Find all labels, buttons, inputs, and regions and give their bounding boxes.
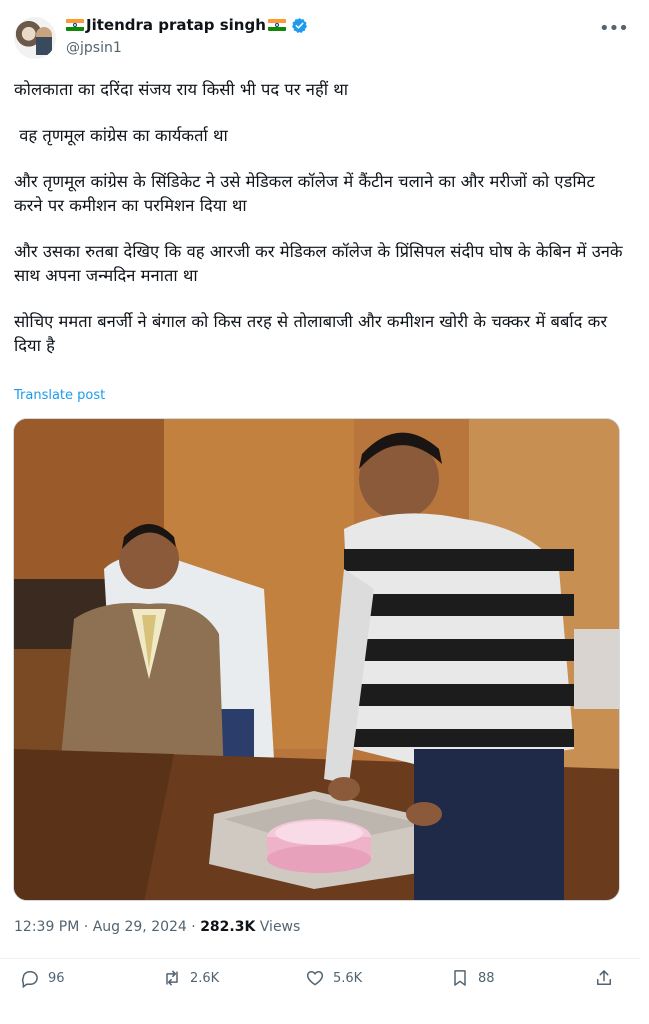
post-paragraph: कोलकाता का दरिंदा संजय राय किसी भी पद पर… — [14, 80, 349, 99]
india-flag-icon — [267, 19, 286, 31]
post-paragraph: सोचिए ममता बनर्जी ने बंगाल को किस तरह से… — [14, 312, 608, 355]
translate-post-link[interactable]: Translate post — [14, 388, 105, 403]
bookmark-count: 88 — [478, 970, 495, 986]
bookmark-icon — [454, 970, 466, 986]
share-icon — [597, 970, 611, 985]
more-options-button[interactable]: ••• — [599, 18, 629, 39]
repost-count: 2.6K — [190, 970, 220, 986]
meta-separator: · — [79, 919, 93, 935]
post-photo[interactable] — [13, 418, 620, 901]
action-bar: 96 2.6K 5.6K 88 — [0, 968, 640, 998]
post-meta: 12:39 PM · Aug 29, 2024 · 282.3K Views — [14, 919, 300, 935]
post-text: कोलकाता का दरिंदा संजय राय किसी भी पद पर… — [14, 78, 626, 380]
striped-sweater — [344, 513, 574, 769]
heart-icon — [306, 970, 324, 986]
like-count: 5.6K — [333, 970, 363, 986]
repost-button[interactable]: 2.6K — [162, 968, 219, 988]
author-display-name[interactable]: Jitendra pratap singh — [86, 16, 266, 34]
post-header: Jitendra pratap singh @jpsin1 ••• — [0, 0, 649, 70]
reply-button[interactable]: 96 — [20, 968, 65, 988]
divider — [0, 958, 640, 959]
views-label: Views — [255, 919, 301, 935]
bookmark-button[interactable]: 88 — [450, 968, 495, 988]
like-button[interactable]: 5.6K — [305, 968, 362, 988]
reply-icon — [21, 971, 38, 988]
share-button[interactable] — [594, 968, 614, 988]
reply-count: 96 — [48, 970, 65, 986]
photo-illustration — [14, 419, 619, 900]
post-paragraph: और तृणमूल कांग्रेस के सिंडिकेट ने उसे मे… — [14, 172, 595, 215]
post-paragraph: और उसका रुतबा देखिए कि वह आरजी कर मेडिकल… — [14, 242, 623, 285]
india-flag-icon — [66, 19, 84, 31]
author-name-row[interactable]: Jitendra pratap singh — [66, 16, 308, 34]
author-handle[interactable]: @jpsin1 — [66, 40, 122, 56]
verified-badge-icon — [291, 17, 307, 33]
views-count: 282.3K — [200, 919, 256, 935]
post-time[interactable]: 12:39 PM — [14, 919, 79, 935]
post-date[interactable]: Aug 29, 2024 — [93, 919, 187, 935]
meta-separator: · — [186, 919, 201, 935]
repost-icon — [166, 970, 178, 986]
avatar[interactable] — [14, 17, 56, 59]
post-paragraph: वह तृणमूल कांग्रेस का कार्यकर्ता था — [14, 126, 228, 145]
